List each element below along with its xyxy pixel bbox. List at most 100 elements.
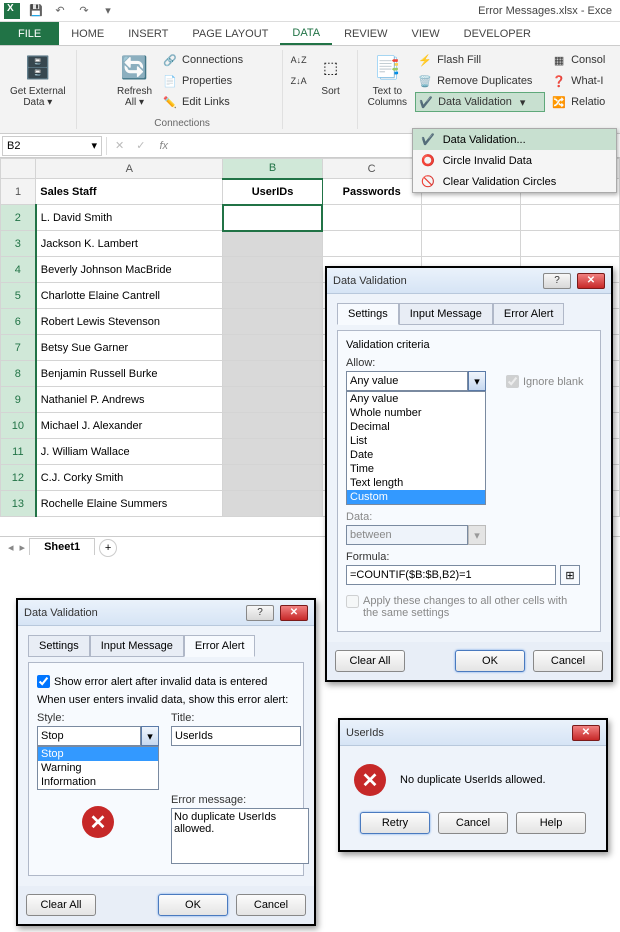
clear-all-button[interactable]: Clear All — [335, 650, 405, 672]
cell-B12[interactable] — [223, 465, 322, 491]
dlg-tab-erroralert[interactable]: Error Alert — [493, 303, 565, 325]
allow-option[interactable]: Whole number — [347, 406, 485, 420]
allow-dropdown-button[interactable]: ▾ — [468, 371, 486, 391]
style-dropdown-button[interactable]: ▾ — [141, 726, 159, 746]
row-header-12[interactable]: 12 — [1, 465, 36, 491]
consolidate-button[interactable]: ▦Consol — [549, 50, 607, 70]
cell-D3[interactable] — [421, 231, 520, 257]
close-button[interactable]: ✕ — [280, 605, 308, 621]
next-sheet-icon[interactable]: ▸ — [20, 541, 26, 554]
dlg-tab-settings[interactable]: Settings — [337, 303, 399, 325]
cell-A8[interactable]: Benjamin Russell Burke — [36, 361, 223, 387]
cell-B11[interactable] — [223, 439, 322, 465]
ok-button[interactable]: OK — [455, 650, 525, 672]
cell-B4[interactable] — [223, 257, 322, 283]
sort-asc-button[interactable]: A↓Z — [289, 50, 309, 70]
row-header-2[interactable]: 2 — [1, 205, 36, 231]
undo-icon[interactable]: ↶ — [52, 3, 68, 19]
chevron-down-icon[interactable]: ▾ — [91, 139, 97, 152]
tab-developer[interactable]: DEVELOPER — [452, 22, 543, 45]
row-header-9[interactable]: 9 — [1, 387, 36, 413]
enter-formula-icon[interactable]: ✓ — [132, 139, 149, 152]
sort-button[interactable]: ⬚ Sort — [311, 50, 351, 118]
cell-E2[interactable] — [520, 205, 619, 231]
sheet-tab-sheet1[interactable]: Sheet1 — [29, 538, 95, 555]
menu-item-clear-circles[interactable]: 🚫Clear Validation Circles — [413, 171, 616, 192]
cell-A7[interactable]: Betsy Sue Garner — [36, 335, 223, 361]
col-header-B[interactable]: B — [223, 159, 322, 179]
dlg-tab-inputmsg[interactable]: Input Message — [90, 635, 184, 657]
cell-A9[interactable]: Nathaniel P. Andrews — [36, 387, 223, 413]
cell-A6[interactable]: Robert Lewis Stevenson — [36, 309, 223, 335]
row-header-8[interactable]: 8 — [1, 361, 36, 387]
cell-C3[interactable] — [322, 231, 421, 257]
fx-icon[interactable]: fx — [153, 140, 174, 152]
row-header-1[interactable]: 1 — [1, 179, 36, 205]
flash-fill-button[interactable]: ⚡Flash Fill — [415, 50, 545, 70]
show-error-checkbox[interactable] — [37, 675, 50, 688]
style-option[interactable]: Stop — [38, 747, 158, 761]
row-header-3[interactable]: 3 — [1, 231, 36, 257]
redo-icon[interactable]: ↷ — [76, 3, 92, 19]
row-header-11[interactable]: 11 — [1, 439, 36, 465]
tab-home[interactable]: HOME — [59, 22, 116, 45]
cell-B13[interactable] — [223, 491, 322, 517]
text-to-columns-button[interactable]: 📑 Text to Columns — [364, 50, 411, 118]
cell-C1[interactable]: Passwords — [322, 179, 421, 205]
data-validation-button[interactable]: ✔️Data Validation▾ — [415, 92, 545, 112]
add-sheet-button[interactable]: + — [99, 539, 117, 557]
allow-option[interactable]: Time — [347, 462, 485, 476]
allow-option[interactable]: Date — [347, 448, 485, 462]
help-button[interactable]: Help — [516, 812, 586, 834]
cancel-button[interactable]: Cancel — [438, 812, 508, 834]
formula-input[interactable] — [346, 565, 556, 585]
cell-B2[interactable] — [223, 205, 322, 231]
col-header-A[interactable]: A — [36, 159, 223, 179]
whatif-button[interactable]: ❓What-I — [549, 71, 607, 91]
cancel-button[interactable]: Cancel — [533, 650, 603, 672]
retry-button[interactable]: Retry — [360, 812, 430, 834]
style-select[interactable] — [37, 726, 141, 746]
cell-B9[interactable] — [223, 387, 322, 413]
cell-A5[interactable]: Charlotte Elaine Cantrell — [36, 283, 223, 309]
row-header-6[interactable]: 6 — [1, 309, 36, 335]
tab-insert[interactable]: INSERT — [116, 22, 180, 45]
allow-option[interactable]: Custom — [347, 490, 485, 504]
refresh-all-button[interactable]: 🔄 Refresh All ▾ — [113, 50, 156, 118]
row-header-5[interactable]: 5 — [1, 283, 36, 309]
range-selector-button[interactable]: ⊞ — [560, 565, 580, 585]
properties-button[interactable]: 📄Properties — [160, 71, 245, 91]
allow-select[interactable] — [346, 371, 468, 391]
menu-item-circle-invalid[interactable]: ⭕Circle Invalid Data — [413, 150, 616, 171]
col-header-C[interactable]: C — [322, 159, 421, 179]
edit-links-button[interactable]: ✏️Edit Links — [160, 92, 245, 112]
style-option[interactable]: Warning — [38, 761, 158, 775]
cancel-formula-icon[interactable]: ✕ — [111, 139, 128, 152]
cell-B5[interactable] — [223, 283, 322, 309]
allow-option[interactable]: Any value — [347, 392, 485, 406]
help-button[interactable]: ? — [246, 605, 274, 621]
cell-A4[interactable]: Beverly Johnson MacBride — [36, 257, 223, 283]
cell-B1[interactable]: UserIDs — [223, 179, 322, 205]
row-header-4[interactable]: 4 — [1, 257, 36, 283]
dlg-tab-erroralert[interactable]: Error Alert — [184, 635, 256, 657]
sort-desc-button[interactable]: Z↓A — [289, 71, 309, 91]
tab-data[interactable]: DATA — [280, 22, 332, 45]
cell-A2[interactable]: L. David Smith — [36, 205, 223, 231]
row-header-13[interactable]: 13 — [1, 491, 36, 517]
cell-D2[interactable] — [421, 205, 520, 231]
cell-B7[interactable] — [223, 335, 322, 361]
style-option[interactable]: Information — [38, 775, 158, 789]
dlg-tab-inputmsg[interactable]: Input Message — [399, 303, 493, 325]
style-listbox[interactable]: StopWarningInformation — [37, 746, 159, 790]
row-header-10[interactable]: 10 — [1, 413, 36, 439]
dlg-tab-settings[interactable]: Settings — [28, 635, 90, 657]
clear-all-button[interactable]: Clear All — [26, 894, 96, 916]
cell-A13[interactable]: Rochelle Elaine Summers — [36, 491, 223, 517]
cell-A3[interactable]: Jackson K. Lambert — [36, 231, 223, 257]
tab-review[interactable]: REVIEW — [332, 22, 399, 45]
error-message-textarea[interactable] — [171, 808, 309, 864]
prev-sheet-icon[interactable]: ◂ — [8, 541, 14, 554]
relationships-button[interactable]: 🔀Relatio — [549, 92, 607, 112]
cell-A10[interactable]: Michael J. Alexander — [36, 413, 223, 439]
